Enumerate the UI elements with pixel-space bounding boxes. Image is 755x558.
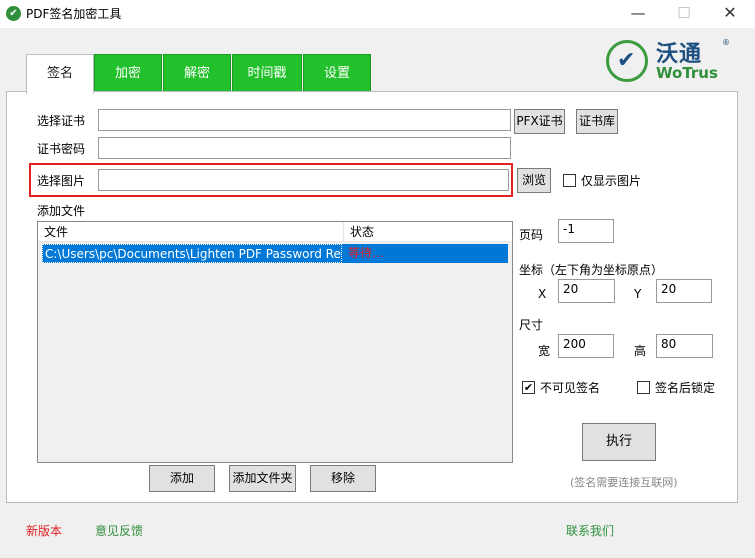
x-label: X xyxy=(538,287,547,301)
height-input[interactable]: 80 xyxy=(656,334,713,358)
add-button[interactable]: 添加 xyxy=(149,465,215,492)
tab-sign[interactable]: 签名 xyxy=(26,54,94,94)
y-input[interactable]: 20 xyxy=(656,279,712,303)
new-version-link[interactable]: 新版本 xyxy=(26,522,62,539)
file-list-header: 文件 状态 xyxy=(38,222,512,242)
tab-settings[interactable]: 设置 xyxy=(303,54,371,92)
invisible-sign-label: 不可见签名 xyxy=(540,381,601,395)
image-input[interactable] xyxy=(98,169,509,191)
logo-check-icon: ✔ xyxy=(617,48,636,73)
column-file[interactable]: 文件 xyxy=(38,222,344,242)
pfx-cert-button[interactable]: PFX证书 xyxy=(514,109,565,134)
page-label: 页码 xyxy=(519,228,544,242)
lock-after-sign-label: 签名后锁定 xyxy=(655,381,716,395)
add-folder-button[interactable]: 添加文件夹 xyxy=(229,465,296,492)
maximize-button[interactable]: ☐ xyxy=(661,0,707,28)
app-check-icon: ✔ xyxy=(6,6,21,21)
tab-timestamp[interactable]: 时间戳 xyxy=(232,54,302,92)
cert-label: 选择证书 xyxy=(37,114,86,128)
page-input[interactable]: -1 xyxy=(558,219,614,243)
invisible-sign-checkbox[interactable]: ✔ xyxy=(522,381,535,394)
only-image-checkbox[interactable] xyxy=(563,174,576,187)
coord-label: 坐标（左下角为坐标原点） xyxy=(519,263,664,277)
cert-input[interactable] xyxy=(98,109,511,131)
browse-button[interactable]: 浏览 xyxy=(517,168,551,193)
network-note: (签名需要连接互联网) xyxy=(570,476,678,489)
logo-circle-icon: ✔ xyxy=(606,40,648,82)
file-path-cell: C:\Users\pc\Documents\Lighten PDF Passwo… xyxy=(42,244,342,263)
feedback-link[interactable]: 意见反馈 xyxy=(95,522,143,539)
password-input[interactable] xyxy=(98,137,511,159)
password-label: 证书密码 xyxy=(37,142,86,156)
height-label: 高 xyxy=(634,344,647,358)
x-input[interactable]: 20 xyxy=(558,279,615,303)
only-image-label: 仅显示图片 xyxy=(581,174,642,188)
width-input[interactable]: 200 xyxy=(558,334,614,358)
minimize-button[interactable]: — xyxy=(615,0,661,28)
cert-store-button[interactable]: 证书库 xyxy=(576,109,618,134)
wotrus-logo: ✔ 沃通 ® WoTrus xyxy=(606,36,732,84)
file-status-cell: 等待... xyxy=(348,246,384,260)
logo-text-en: WoTrus xyxy=(656,64,718,82)
add-file-label: 添加文件 xyxy=(37,204,86,218)
execute-button[interactable]: 执行 xyxy=(582,423,656,461)
y-label: Y xyxy=(634,287,642,301)
column-status[interactable]: 状态 xyxy=(344,222,512,242)
logo-registered-mark: ® xyxy=(722,38,730,47)
title-bar: ✔ PDF签名加密工具 — ☐ ✕ xyxy=(0,0,755,28)
close-button[interactable]: ✕ xyxy=(707,0,753,28)
size-label: 尺寸 xyxy=(519,318,544,332)
image-label: 选择图片 xyxy=(37,174,86,188)
width-label: 宽 xyxy=(538,344,551,358)
table-row[interactable]: C:\Users\pc\Documents\Lighten PDF Passwo… xyxy=(42,244,508,263)
contact-link[interactable]: 联系我们 xyxy=(566,522,614,539)
tab-encrypt[interactable]: 加密 xyxy=(94,54,162,92)
file-list[interactable]: 文件 状态 C:\Users\pc\Documents\Lighten PDF … xyxy=(37,221,513,463)
tab-decrypt[interactable]: 解密 xyxy=(163,54,231,92)
window-title: PDF签名加密工具 xyxy=(26,7,122,21)
lock-after-sign-checkbox[interactable] xyxy=(637,381,650,394)
remove-button[interactable]: 移除 xyxy=(310,465,376,492)
